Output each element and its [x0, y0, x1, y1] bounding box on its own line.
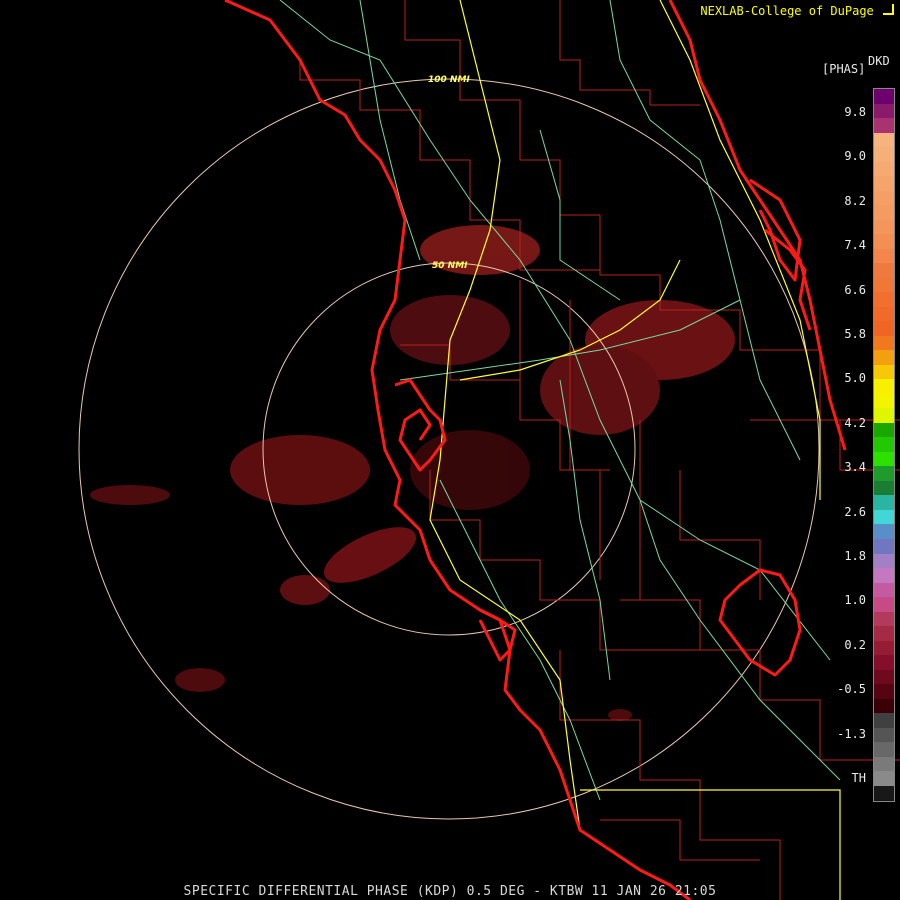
colorbar-tick-label: 8.2	[844, 193, 866, 208]
colorbar-swatch	[874, 509, 894, 525]
colorbar-product-label: DKD	[868, 54, 890, 68]
colorbar-swatch	[874, 771, 894, 786]
colorbar-swatch	[874, 248, 894, 264]
colorbar-swatch	[874, 393, 894, 409]
colorbar-swatch	[874, 640, 894, 656]
radar-echoes	[90, 225, 735, 721]
ring-label-100nmi: 100 NMI	[428, 75, 470, 85]
colorbar-swatch	[874, 190, 894, 206]
county-lines	[299, 0, 900, 900]
echo-cell-center-south	[410, 430, 530, 510]
credit-label: NEXLAB-College of DuPage	[700, 4, 894, 18]
colorbar-tick-label: 6.6	[844, 282, 866, 297]
colorbar-swatch	[874, 161, 894, 177]
colorbar-swatch	[874, 335, 894, 351]
echo-cell-west-1	[230, 435, 370, 505]
colorbar-swatch	[874, 364, 894, 380]
ring-label-50nmi: 50 NMI	[432, 261, 468, 271]
colorbar-swatch	[874, 422, 894, 438]
colorbar-swatch	[874, 176, 894, 191]
colorbar-swatch	[874, 408, 894, 423]
colorbar-swatch	[874, 263, 894, 278]
colorbar-swatch	[874, 684, 894, 699]
colorbar-swatch	[874, 655, 894, 670]
colorbar-swatch	[874, 219, 894, 235]
colorbar-swatch	[874, 292, 894, 307]
colorbar	[873, 88, 895, 802]
colorbar-tick-label: -0.5	[837, 682, 866, 697]
colorbar-swatch	[874, 698, 894, 714]
colorbar-swatch	[874, 597, 894, 612]
radar-map: 100 NMI 50 NMI	[78, 0, 900, 900]
colorbar-units-label: [PHAS]	[822, 62, 866, 76]
colorbar-swatch	[874, 466, 894, 481]
colorbar-swatch	[874, 306, 894, 322]
colorbar-swatch	[874, 321, 894, 336]
footer-caption: SPECIFIC DIFFERENTIAL PHASE (KDP) 0.5 DE…	[183, 884, 717, 899]
colorbar-swatch	[874, 89, 894, 104]
colorbar-swatch	[874, 727, 894, 743]
colorbar-swatch	[874, 756, 894, 772]
indian-river-lagoon	[764, 228, 812, 331]
echo-cell-southwest	[175, 668, 225, 692]
colorbar-tick-label: 2.6	[844, 504, 866, 519]
colorbar-swatch	[874, 582, 894, 598]
echo-cell-south	[608, 709, 632, 721]
colorbar-tick-label: -1.3	[837, 726, 866, 741]
colorbar-swatch	[874, 118, 894, 133]
colorbar-swatch	[874, 785, 894, 801]
colorbar-swatch	[874, 553, 894, 569]
colorbar-swatch	[874, 437, 894, 452]
colorbar-swatch	[874, 495, 894, 510]
colorbar-swatch	[874, 669, 894, 685]
colorbar-tick-label: 9.0	[844, 149, 866, 164]
colorbar-swatch	[874, 103, 894, 119]
colorbar-tick-label: TH	[851, 771, 866, 785]
colorbar-swatch	[874, 277, 894, 293]
echo-cell-west-3	[280, 575, 330, 605]
colorbar-swatch	[874, 524, 894, 539]
colorbar-tick-label: 9.8	[844, 105, 866, 119]
colorbar-swatch	[874, 147, 894, 162]
colorbar-swatch	[874, 132, 894, 148]
echo-cell-far-west	[90, 485, 170, 505]
colorbar-swatch	[874, 350, 894, 365]
colorbar-swatch	[874, 611, 894, 627]
colorbar-swatch	[874, 234, 894, 249]
echo-cell-east	[540, 345, 660, 435]
colorbar-swatch	[874, 379, 894, 394]
credit-text: NEXLAB-College of DuPage	[700, 4, 874, 18]
colorbar-swatch	[874, 451, 894, 467]
colorbar-swatch	[874, 480, 894, 496]
colorbar-tick-label: 4.2	[844, 415, 866, 430]
colorbar-tick-label: 5.8	[844, 327, 866, 341]
colorbar-swatch	[874, 538, 894, 554]
colorbar-swatch	[874, 626, 894, 641]
colorbar-tick-label: 5.0	[844, 371, 866, 386]
colorbar-tick-label: 7.4	[844, 238, 866, 253]
colorbar-tick-label: 1.0	[844, 593, 866, 608]
colorbar-swatch	[874, 742, 894, 757]
colorbar-swatch	[874, 713, 894, 728]
colorbar-swatch	[874, 205, 894, 220]
nexlab-logo-icon	[883, 4, 894, 15]
colorbar-swatch	[874, 568, 894, 583]
colorbar-tick-label: 3.4	[844, 460, 866, 475]
colorbar-tick-label: 0.2	[844, 637, 866, 652]
echo-cell-west-2	[323, 527, 417, 583]
colorbar-tick-label: 1.8	[844, 549, 866, 563]
